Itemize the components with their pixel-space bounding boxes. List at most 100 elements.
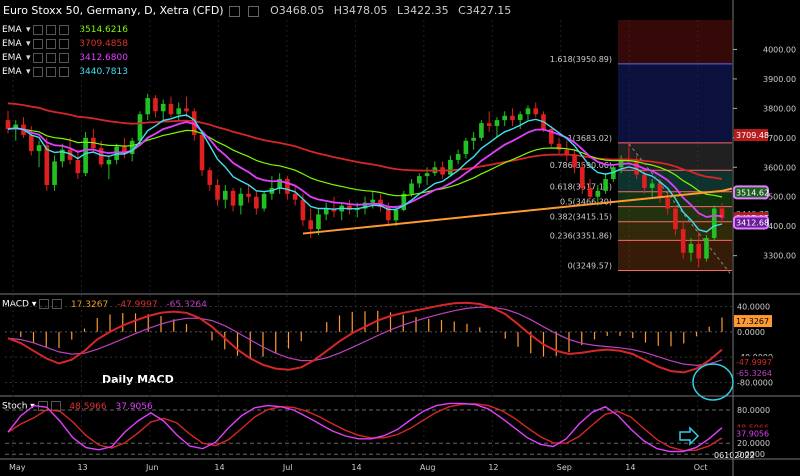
x-tick-label: 13 bbox=[77, 463, 87, 472]
candle-body bbox=[52, 161, 57, 185]
candle-body bbox=[230, 190, 236, 206]
candle-body bbox=[471, 137, 476, 141]
x-tick-label: 14 bbox=[625, 463, 635, 472]
candle-body bbox=[401, 193, 407, 210]
candle-body bbox=[409, 183, 414, 194]
candle-body bbox=[28, 134, 34, 152]
fib-zone bbox=[618, 63, 732, 143]
candle-body bbox=[525, 108, 531, 115]
candle-body bbox=[285, 179, 290, 194]
y-tick-label: 4000.00 bbox=[763, 45, 796, 54]
fib-level-label: 0.236(3351.86) bbox=[550, 231, 612, 240]
candle-body bbox=[479, 123, 484, 138]
candle-body bbox=[316, 214, 321, 230]
candle-body bbox=[572, 155, 577, 168]
stoch-y-tick-label: 20.0000 bbox=[737, 439, 770, 448]
candle-body bbox=[246, 193, 251, 197]
candle-body bbox=[176, 108, 182, 115]
x-tick-label: 14 bbox=[351, 463, 361, 472]
candle-body bbox=[665, 198, 670, 209]
x-tick-label: 14 bbox=[214, 463, 224, 472]
arrow-right-icon bbox=[679, 426, 700, 446]
candle-body bbox=[137, 114, 143, 141]
candle-body bbox=[688, 243, 694, 253]
macd-value-tag-label: -47.9997 bbox=[736, 358, 772, 367]
candle-body bbox=[215, 184, 220, 200]
candle-body bbox=[463, 140, 469, 155]
candle-body bbox=[199, 134, 205, 171]
candle-body bbox=[510, 115, 515, 121]
chart-root: { "header": { "symbol": "Euro Stoxx 50, … bbox=[0, 0, 800, 476]
y-tick-label: 3300.00 bbox=[763, 252, 796, 261]
candle-body bbox=[308, 220, 313, 230]
x-tick-label: Aug bbox=[420, 463, 436, 472]
candle-body bbox=[393, 209, 399, 221]
candle-body bbox=[517, 114, 523, 121]
y-tick-label: 3800.00 bbox=[763, 104, 796, 113]
candle-body bbox=[168, 103, 174, 115]
candle-body bbox=[494, 120, 500, 127]
candle-body bbox=[222, 190, 228, 200]
candle-body bbox=[145, 98, 151, 115]
candle-body bbox=[261, 193, 267, 209]
candle-body bbox=[587, 187, 593, 197]
y-tick-label: 3600.00 bbox=[763, 163, 796, 172]
candle-body bbox=[649, 183, 655, 188]
chart-canvas[interactable]: May 13 Jun 14 Jul 14 Aug 12 Sep 14 Oct 1.618(3950.8… bbox=[0, 0, 800, 476]
candle-body bbox=[254, 196, 259, 209]
x-tick-label: Jul bbox=[282, 463, 293, 472]
candle-body bbox=[595, 190, 601, 197]
candle-body bbox=[448, 159, 453, 175]
x-tick-label: Jun bbox=[145, 463, 159, 472]
y-tick-label: 3900.00 bbox=[763, 75, 796, 84]
candle-body bbox=[36, 145, 42, 152]
candle-body bbox=[696, 243, 702, 259]
price-tag-label: 3709.48 bbox=[736, 131, 769, 140]
candle-body bbox=[323, 208, 329, 215]
stoch-y-tick-label: 0.0000 bbox=[737, 450, 765, 459]
candle-body bbox=[603, 179, 608, 191]
fib-zone bbox=[618, 20, 732, 64]
candle-body bbox=[300, 199, 306, 221]
fib-level-label: 0.382(3415.15) bbox=[550, 213, 612, 222]
price-tag-label: 3412.68 bbox=[736, 218, 769, 227]
candle-body bbox=[75, 159, 81, 174]
candle-body bbox=[711, 208, 717, 238]
candle-body bbox=[704, 237, 709, 259]
candle-body bbox=[680, 229, 686, 253]
x-tick-label: Oct bbox=[694, 463, 708, 472]
fib-level-label: 1.618(3950.89) bbox=[550, 55, 612, 64]
candle-body bbox=[673, 208, 678, 230]
candle-body bbox=[417, 176, 422, 184]
macd-y-tick-label: 0.0000 bbox=[737, 328, 765, 337]
fib-level-label: 0(3249.57) bbox=[568, 262, 612, 271]
macd-value-tag-label: 17.3267 bbox=[736, 317, 769, 326]
x-tick-label: May bbox=[9, 463, 26, 472]
candle-body bbox=[455, 154, 461, 160]
candle-body bbox=[370, 199, 376, 203]
x-tick-label: 12 bbox=[488, 463, 498, 472]
candle-body bbox=[184, 108, 189, 112]
candle-body bbox=[238, 193, 244, 206]
stoch-y-tick-label: 80.0000 bbox=[737, 406, 770, 415]
candle-body bbox=[533, 108, 539, 115]
candle-body bbox=[579, 167, 585, 188]
candle-body bbox=[292, 193, 298, 200]
candle-body bbox=[153, 98, 158, 112]
macd-value-tag-label: -65.3264 bbox=[736, 369, 772, 378]
macd-y-tick-label: -80.0000 bbox=[737, 379, 773, 388]
candle-body bbox=[44, 145, 50, 185]
candle-body bbox=[657, 183, 663, 199]
price-tag-label: 3514.62 bbox=[736, 188, 769, 197]
candle-body bbox=[486, 123, 492, 127]
x-tick-label: Sep bbox=[557, 463, 572, 472]
stoch-k-line bbox=[7, 402, 723, 453]
candle-body bbox=[642, 174, 647, 188]
candle-body bbox=[160, 103, 166, 112]
candle-body bbox=[106, 159, 112, 165]
candle-body bbox=[5, 120, 11, 129]
candle-body bbox=[424, 173, 430, 177]
candle-body bbox=[502, 115, 508, 121]
macd-y-tick-label: 40.0000 bbox=[737, 303, 770, 312]
candle-body bbox=[207, 170, 213, 185]
